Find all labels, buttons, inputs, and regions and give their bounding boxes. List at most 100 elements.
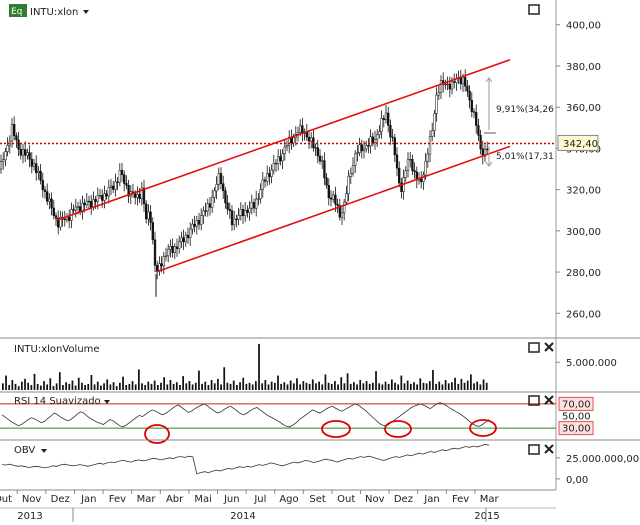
volume-bar: [207, 385, 210, 390]
maximize-icon[interactable]: [528, 4, 540, 15]
candle: [6, 145, 9, 152]
volume-bar: [68, 383, 71, 390]
candle: [39, 170, 42, 181]
volume-bar: [163, 377, 166, 390]
candle: [439, 80, 443, 93]
volume-bar: [283, 382, 286, 390]
panel-window-controls[interactable]: [528, 4, 540, 15]
month-label: Mai: [194, 494, 212, 505]
volume-bar: [30, 385, 33, 390]
candle: [299, 125, 302, 133]
candle: [134, 193, 137, 198]
month-label: Mar: [480, 494, 500, 505]
y-tick-label: 25.000.000,00: [566, 454, 639, 465]
candle: [431, 130, 434, 137]
month-label: Jan: [423, 494, 439, 505]
chevron-down-icon[interactable]: [83, 10, 89, 14]
candle: [332, 194, 335, 200]
volume-bar: [273, 382, 276, 390]
candle: [206, 203, 209, 212]
candle: [261, 179, 264, 190]
volume-bar: [305, 382, 308, 390]
volume-bar: [378, 383, 381, 390]
candle: [334, 194, 337, 205]
chevron-down-icon[interactable]: [41, 449, 47, 453]
candle: [248, 207, 251, 213]
volume-bar: [77, 377, 80, 390]
volume-bar: [226, 382, 229, 390]
volume-bar: [14, 383, 17, 390]
candle: [90, 201, 93, 208]
volume-bar: [236, 385, 238, 390]
candle: [270, 169, 273, 177]
month-label: Dez: [51, 494, 70, 505]
candle: [376, 134, 379, 140]
volume-y-axis: 5.000.000: [556, 358, 617, 369]
maximize-icon[interactable]: [528, 342, 540, 353]
volume-bar: [103, 383, 105, 390]
volume-bar: [182, 376, 184, 390]
candle: [87, 200, 91, 203]
candle: [279, 156, 282, 162]
candle: [50, 198, 53, 209]
stock-chart: 400,00380,00360,00340,00320,00300,00280,…: [0, 0, 640, 522]
volume-bar: [444, 380, 447, 390]
candle: [215, 184, 218, 192]
candle: [453, 81, 456, 83]
candle: [310, 137, 313, 142]
volume-bar: [349, 383, 352, 390]
maximize-icon[interactable]: [528, 444, 540, 455]
rsi-level-label: 50,00: [562, 412, 591, 423]
candle: [228, 208, 231, 211]
close-icon[interactable]: [544, 444, 554, 454]
candle: [378, 131, 381, 135]
candle: [461, 77, 465, 85]
volume-bar: [150, 383, 153, 390]
volume-bar: [435, 383, 437, 390]
volume-bar: [36, 383, 39, 390]
candle: [19, 148, 22, 156]
rsi-panel-title: RSI 14 Suavizado: [14, 396, 101, 407]
close-icon[interactable]: [544, 342, 554, 352]
volume-bar: [84, 385, 86, 390]
candle: [68, 216, 71, 221]
volume-bar: [210, 380, 213, 390]
volume-bar: [213, 383, 216, 390]
candle: [349, 173, 352, 177]
month-label: Fev: [452, 494, 469, 505]
volume-bar: [87, 383, 90, 390]
channel-lower-line: [155, 145, 511, 273]
price-title: Eq INTU:xlon: [9, 4, 89, 18]
volume-bar: [403, 383, 406, 390]
volume-bar: [8, 385, 11, 390]
candle: [211, 196, 214, 208]
candle: [479, 135, 482, 150]
candle: [112, 185, 115, 190]
close-icon[interactable]: [544, 395, 554, 405]
volume-bar: [49, 378, 52, 390]
candle: [448, 83, 451, 90]
volume-bar: [191, 384, 194, 390]
candle: [4, 151, 7, 161]
candle: [52, 207, 55, 216]
volume-bar: [160, 382, 162, 390]
volume-bar: [106, 379, 109, 390]
candle: [116, 181, 119, 183]
candle: [314, 147, 317, 149]
candle: [208, 203, 212, 208]
candle: [125, 183, 128, 186]
volume-bar: [318, 381, 320, 390]
candle: [103, 193, 106, 201]
candle: [74, 206, 77, 211]
rsi-level-label: 70,00: [562, 399, 591, 410]
volume-bar: [371, 382, 374, 390]
volume-bar: [141, 383, 143, 390]
volume-bar: [229, 383, 232, 390]
volume-bar: [43, 381, 45, 390]
candle: [120, 170, 124, 175]
candle: [72, 209, 75, 211]
year-label: 2015: [474, 511, 499, 522]
volume-bar: [27, 382, 30, 390]
volume-bar: [409, 383, 412, 390]
volume-bar: [179, 385, 181, 390]
